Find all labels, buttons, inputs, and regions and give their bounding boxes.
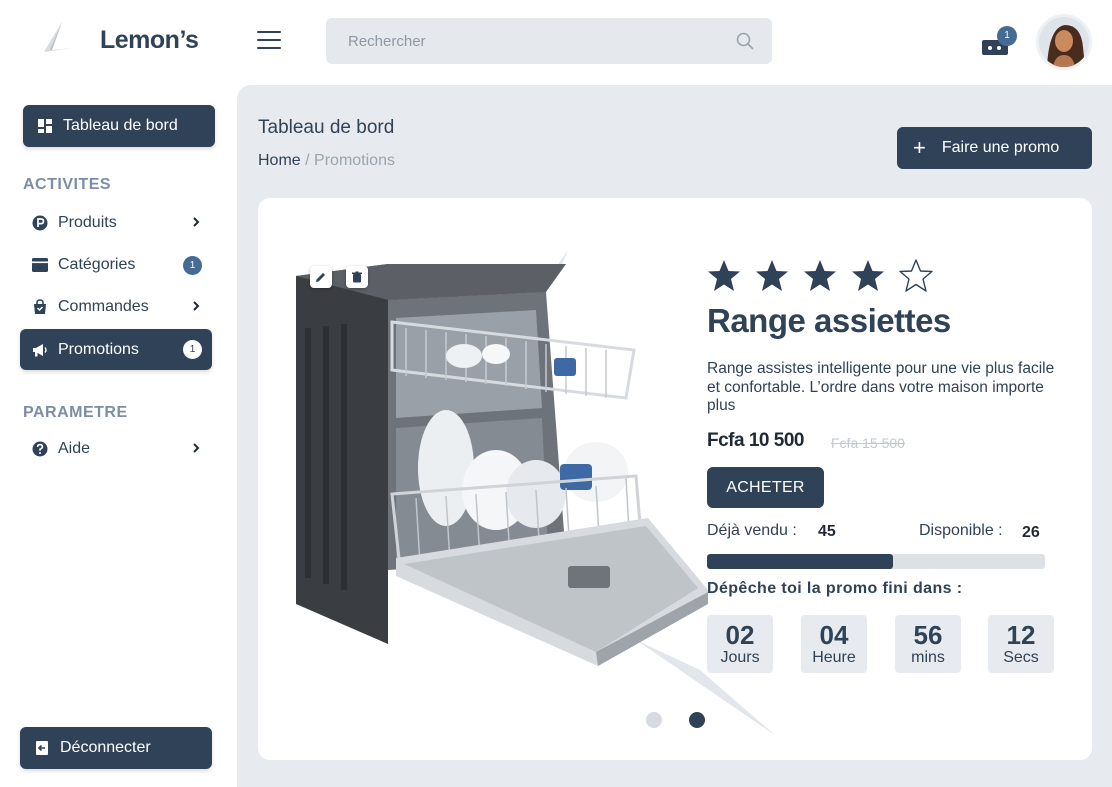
shopping-bag-icon <box>34 299 46 314</box>
countdown-seconds: 12 Secs <box>988 615 1054 673</box>
star-filled-icon <box>804 260 836 291</box>
star-empty-icon <box>899 259 933 292</box>
product-price: Fcfa 10 500 <box>707 430 804 451</box>
search-input[interactable] <box>326 18 772 64</box>
create-promo-label: Faire une promo <box>941 139 1060 156</box>
dishwasher-image <box>296 264 708 666</box>
sidebar-item-label: Catégories <box>58 256 136 273</box>
card-icon <box>32 258 48 272</box>
sidebar-item-commandes[interactable]: Commandes <box>20 287 212 327</box>
sidebar-item-aide[interactable]: Aide <box>20 429 212 469</box>
trash-icon <box>352 271 362 283</box>
delete-button[interactable] <box>346 266 368 288</box>
star-filled-icon <box>756 260 788 291</box>
countdown-unit: Secs <box>1003 649 1039 666</box>
chevron-right-icon <box>193 443 200 453</box>
categories-count-badge: 1 <box>183 256 202 275</box>
countdown-hours: 04 Heure <box>801 615 867 673</box>
countdown-value: 12 <box>1006 620 1036 650</box>
chevron-right-icon <box>193 217 200 227</box>
promotions-count-badge: 1 <box>183 340 202 359</box>
logout-button[interactable]: Déconnecter <box>20 727 212 769</box>
carousel-dot[interactable] <box>689 712 705 728</box>
sidebar-item-label: Aide <box>58 440 91 457</box>
carousel-dot[interactable] <box>646 712 662 728</box>
sales-progress-bar <box>707 554 1045 569</box>
sold-value: 45 <box>818 523 836 540</box>
parking-circle-icon <box>32 215 48 231</box>
dashboard-icon <box>38 119 52 133</box>
sidebar-item-label: Produits <box>58 214 117 231</box>
buy-button[interactable]: ACHETER <box>707 467 824 508</box>
countdown-value: 04 <box>819 620 849 650</box>
brand-name: Lemon’s <box>100 26 199 54</box>
countdown-unit: Jours <box>720 649 760 666</box>
product-old-price: Fcfa 15 500 <box>831 435 905 451</box>
sold-label: Déjà vendu : <box>707 522 797 539</box>
sidebar-item-label: Promotions <box>58 340 139 358</box>
star-filled-icon <box>852 260 884 291</box>
countdown-heading: Dépêche toi la promo fini dans : <box>707 580 963 597</box>
countdown-unit: mins <box>911 649 945 666</box>
sidebar-item-label: Commandes <box>58 298 149 315</box>
create-promo-button[interactable]: + Faire une promo <box>897 127 1092 169</box>
sidebar-item-categories[interactable]: Catégories 1 <box>20 245 212 285</box>
megaphone-icon <box>33 343 47 356</box>
countdown-value: 02 <box>725 620 755 650</box>
rating-stars <box>706 258 946 294</box>
sidebar-item-produits[interactable]: Produits <box>20 203 212 243</box>
edit-button[interactable] <box>310 266 332 288</box>
chevron-right-icon <box>193 301 200 311</box>
available-label: Disponible : <box>919 522 1003 539</box>
dashboard-button[interactable]: Tableau de bord <box>23 105 215 147</box>
page-title: Tableau de bord <box>258 117 395 138</box>
available-value: 26 <box>1022 524 1040 541</box>
logout-icon <box>36 741 48 755</box>
sales-progress-fill <box>707 554 893 569</box>
section-title-activites: ACTIVITES <box>23 176 112 193</box>
plus-icon: + <box>913 135 926 160</box>
dashboard-label: Tableau de bord <box>63 117 178 134</box>
breadcrumb-separator: / <box>305 152 310 169</box>
countdown-value: 56 <box>913 620 943 650</box>
countdown-unit: Heure <box>812 649 856 666</box>
user-avatar[interactable] <box>1036 14 1092 70</box>
countdown-days: 02 Jours <box>707 615 773 673</box>
section-title-parametre: PARAMETRE <box>23 404 128 421</box>
star-filled-icon <box>708 260 740 291</box>
avatar-image <box>1039 17 1089 67</box>
product-title: Range assiettes <box>707 302 951 339</box>
menu-toggle-icon[interactable] <box>257 31 281 51</box>
search-icon[interactable] <box>736 32 754 50</box>
breadcrumb-home[interactable]: Home <box>258 152 301 169</box>
notification-badge: 1 <box>997 26 1017 46</box>
brand-logo <box>44 22 72 52</box>
search-bar <box>326 18 772 64</box>
question-circle-icon <box>32 441 48 457</box>
product-description: Range assistes intelligente pour une vie… <box>707 360 1055 414</box>
sidebar-item-promotions[interactable]: Promotions 1 <box>20 329 212 370</box>
logout-label: Déconnecter <box>60 739 151 756</box>
countdown-minutes: 56 mins <box>895 615 961 673</box>
breadcrumb-current: Promotions <box>314 152 395 169</box>
breadcrumb: Home / Promotions <box>258 152 395 170</box>
pencil-icon <box>316 273 325 282</box>
